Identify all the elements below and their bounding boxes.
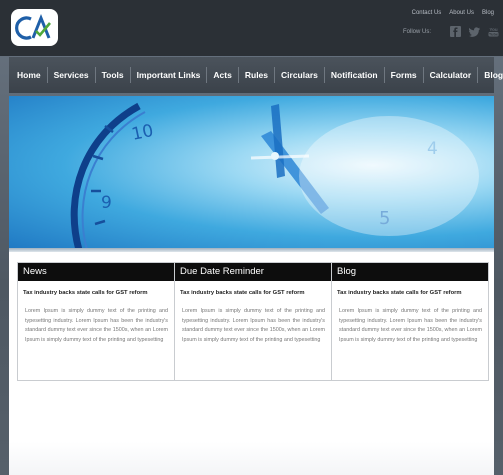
nav-item-blogs[interactable]: Blogs <box>477 67 503 83</box>
due-date-article-title[interactable]: Tax industry backs state calls for GST r… <box>175 281 331 296</box>
blog-article-title[interactable]: Tax industry backs state calls for GST r… <box>332 281 488 296</box>
news-article-text: Lorem Ipsum is simply dummy text of the … <box>25 308 168 343</box>
nav-item-tools[interactable]: Tools <box>94 67 130 83</box>
clock-numeral-9: 9 <box>101 193 112 213</box>
blog-link[interactable]: Blog <box>482 10 494 16</box>
nav-item-calculator[interactable]: Calculator <box>422 67 478 83</box>
hero-banner: 10 9 4 5 <box>9 96 494 250</box>
due-date-heading[interactable]: Due Date Reminder <box>175 263 331 281</box>
due-date-column: Due Date Reminder Tax industry backs sta… <box>174 263 331 380</box>
clock-image: 10 9 4 5 <box>70 102 479 250</box>
news-heading[interactable]: News <box>18 263 174 281</box>
main-nav: Home Services Tools Important Links Acts… <box>9 57 503 93</box>
nav-item-acts[interactable]: Acts <box>206 67 237 83</box>
due-date-article-text: Lorem Ipsum is simply dummy text of the … <box>182 308 325 343</box>
contact-us-link[interactable]: Contact Us <box>412 10 442 16</box>
svg-text:Tube: Tube <box>489 32 499 37</box>
nav-item-services[interactable]: Services <box>46 67 95 83</box>
ca-logo[interactable] <box>11 9 58 46</box>
follow-us: Follow Us: You Tube <box>403 26 499 37</box>
youtube-icon[interactable]: You Tube <box>488 26 499 37</box>
blog-column: Blog Tax industry backs state calls for … <box>331 263 488 380</box>
info-columns: News Tax industry backs state calls for … <box>17 262 489 381</box>
follow-us-label: Follow Us: <box>403 28 432 35</box>
about-us-link[interactable]: About Us <box>449 10 474 16</box>
twitter-icon[interactable] <box>469 26 481 37</box>
nav-item-notification[interactable]: Notification <box>323 67 384 83</box>
nav-item-rules[interactable]: Rules <box>237 67 274 83</box>
top-links: Contact Us About Us Blog <box>412 10 494 16</box>
nav-item-circulars[interactable]: Circulars <box>274 67 324 83</box>
blog-heading[interactable]: Blog <box>332 263 488 281</box>
nav-item-home[interactable]: Home <box>11 67 47 83</box>
news-article-title[interactable]: Tax industry backs state calls for GST r… <box>18 281 174 296</box>
blog-article-text: Lorem Ipsum is simply dummy text of the … <box>339 308 482 343</box>
content-area: News Tax industry backs state calls for … <box>9 252 494 475</box>
facebook-icon[interactable] <box>450 26 462 37</box>
clock-numeral-10: 10 <box>130 121 155 145</box>
nav-item-important-links[interactable]: Important Links <box>129 67 207 83</box>
news-column: News Tax industry backs state calls for … <box>18 263 174 380</box>
site-header: Contact Us About Us Blog Follow Us: You T… <box>0 0 503 56</box>
ca-logo-icon <box>14 13 51 40</box>
nav-item-forms[interactable]: Forms <box>383 67 423 83</box>
